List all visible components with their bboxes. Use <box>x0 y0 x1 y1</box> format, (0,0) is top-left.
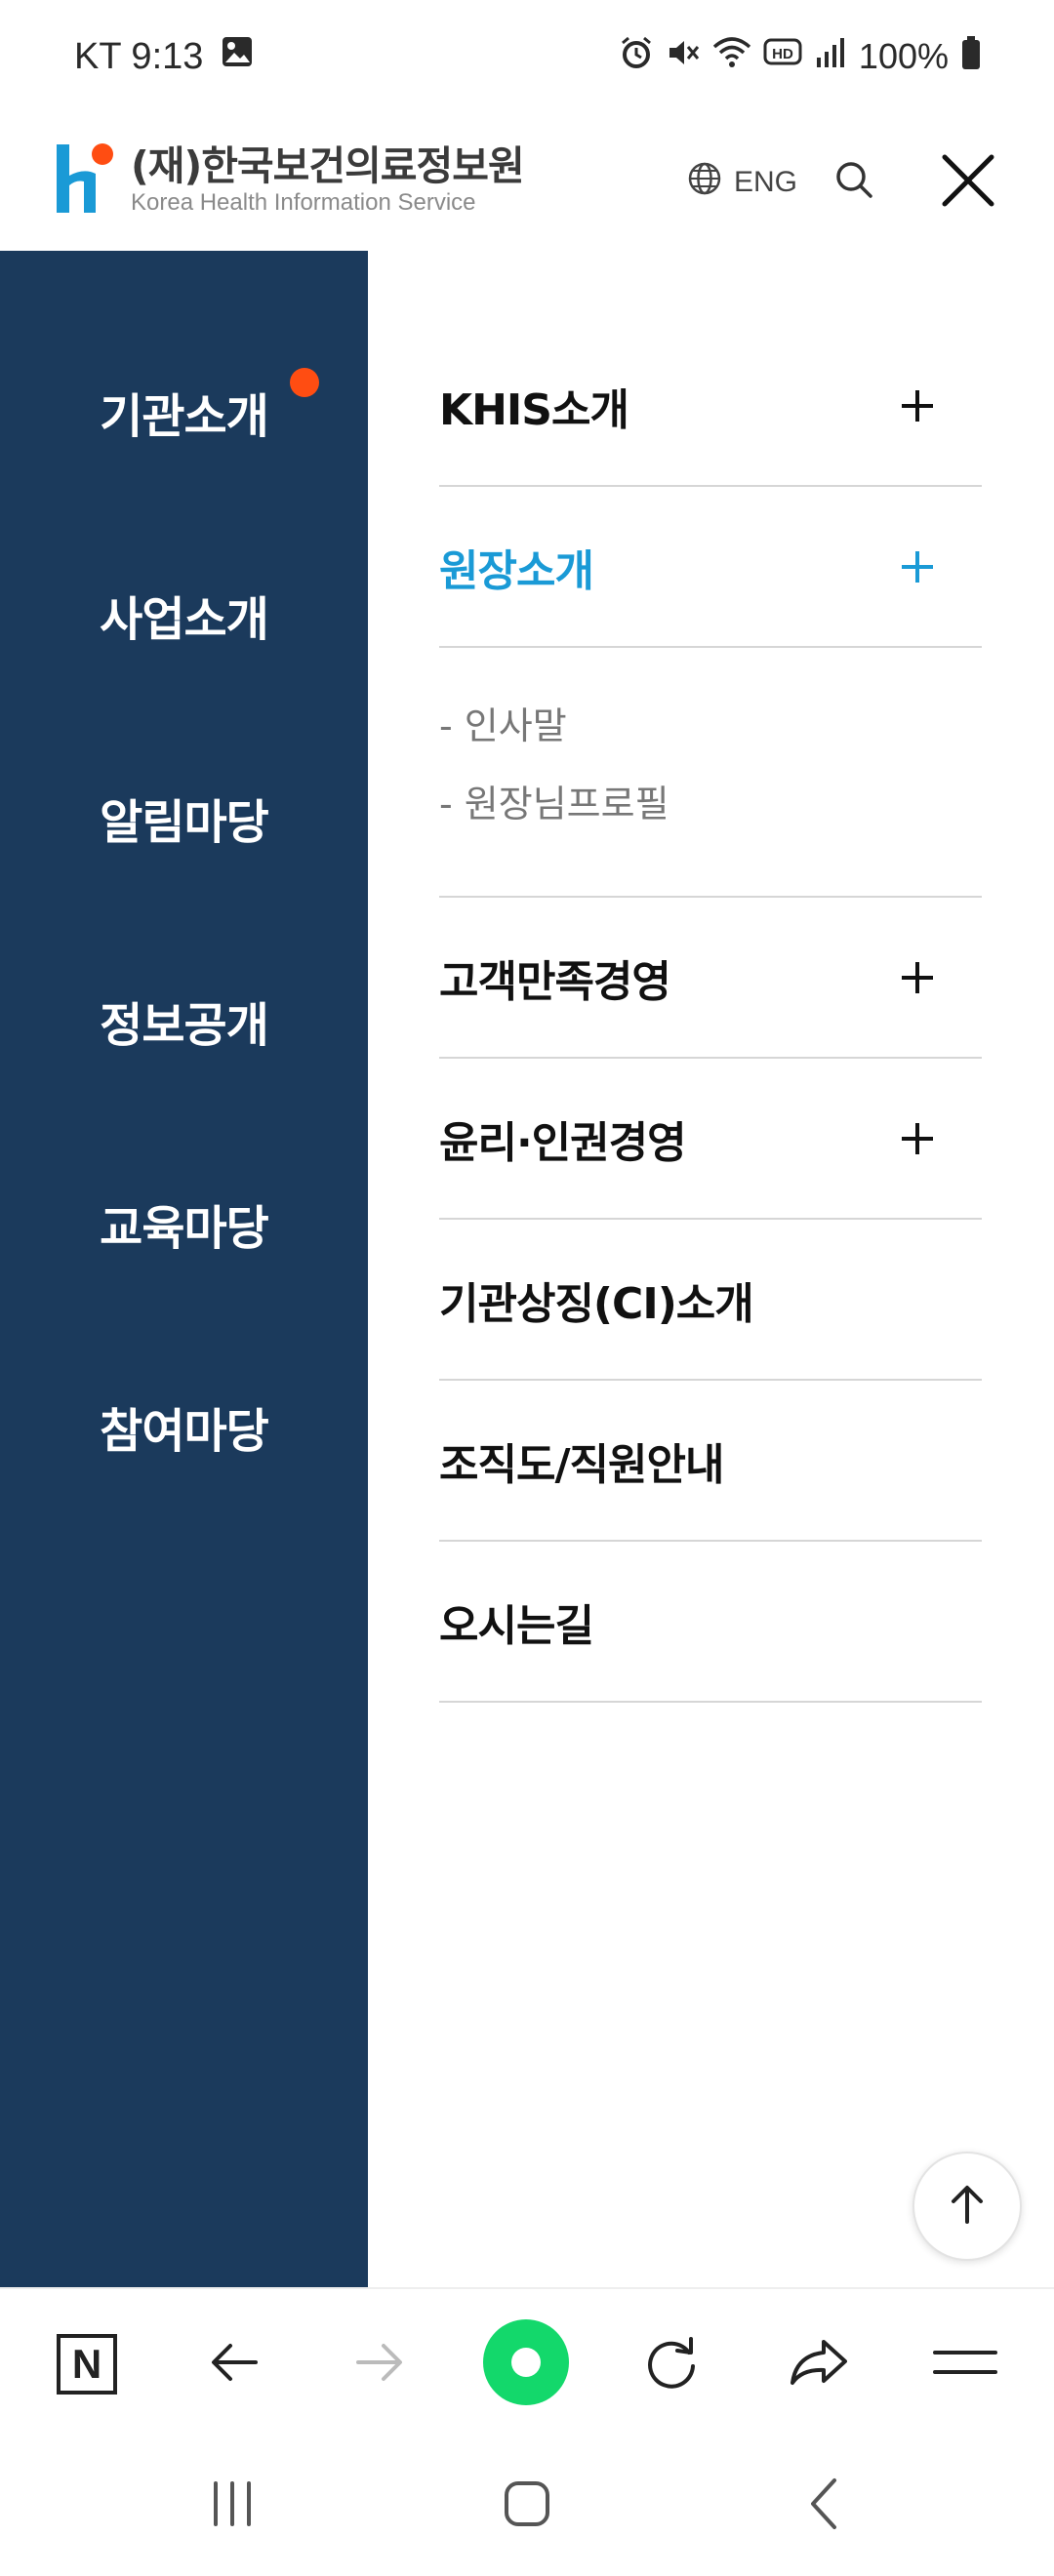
share-icon <box>787 2330 851 2398</box>
plus-icon <box>902 389 933 422</box>
sub-menu-item-organization[interactable]: 조직도/직원안내 <box>439 1381 982 1542</box>
alarm-icon <box>619 35 654 79</box>
sub-menu-label: 기관상징(CI)소개 <box>439 1278 754 1329</box>
chevron-left-icon <box>805 2476 844 2535</box>
side-nav-label: 사업소개 <box>100 592 269 647</box>
status-right: HD 100% <box>619 33 982 80</box>
side-nav-item-participation[interactable]: 참여마당 <box>0 1383 368 1470</box>
arrow-right-icon <box>350 2333 409 2395</box>
globe-icon <box>687 161 722 204</box>
logo-mark-icon <box>55 142 115 219</box>
plus-icon <box>902 1122 933 1154</box>
menu-button[interactable] <box>926 2325 1004 2403</box>
close-menu-button[interactable] <box>935 147 1001 214</box>
battery-label: 100% <box>858 36 949 76</box>
recent-apps-icon <box>208 2481 257 2530</box>
sub-menu-item-directions[interactable]: 오시는길 <box>439 1542 982 1703</box>
language-switch[interactable]: ENG <box>687 155 797 210</box>
wifi-icon <box>712 35 751 79</box>
recent-apps-button[interactable] <box>193 2476 271 2535</box>
logo[interactable]: (재)한국보건의료정보원 Korea Health Information Se… <box>55 137 525 224</box>
sub-menu-item-khis[interactable]: KHIS소개 <box>439 326 982 487</box>
active-dot-indicator <box>290 368 319 397</box>
sub-menu-label: 윤리·인권경영 <box>439 1117 687 1168</box>
sub-menu-children: - 인사말 - 원장님프로필 <box>439 648 982 898</box>
site-header: (재)한국보건의료정보원 Korea Health Information Se… <box>0 112 1054 251</box>
scroll-top-button[interactable] <box>912 2152 1022 2261</box>
logo-en: Korea Health Information Service <box>131 189 476 216</box>
system-back-button[interactable] <box>786 2476 864 2535</box>
back-button[interactable] <box>195 2325 273 2403</box>
signal-icon <box>814 36 847 78</box>
sub-menu-label: 오시는길 <box>439 1600 594 1651</box>
side-nav: 기관소개 사업소개 알림마당 정보공개 교육마당 참여마당 <box>0 251 368 2287</box>
side-nav-label: 기관소개 <box>100 389 269 444</box>
side-nav-item-notice[interactable]: 알림마당 <box>0 774 368 862</box>
naver-home-button[interactable]: N <box>48 2325 126 2403</box>
forward-button[interactable] <box>341 2325 419 2403</box>
hamburger-icon <box>933 2343 997 2386</box>
side-nav-label: 정보공개 <box>100 998 269 1053</box>
sub-menu-item-ethics[interactable]: 윤리·인권경영 <box>439 1059 982 1220</box>
side-nav-item-about[interactable]: 기관소개 <box>0 368 368 456</box>
side-nav-item-disclosure[interactable]: 정보공개 <box>0 977 368 1065</box>
refresh-button[interactable] <box>632 2325 710 2403</box>
sub-child-profile[interactable]: - 원장님프로필 <box>439 761 982 839</box>
svg-text:HD: HD <box>772 46 793 62</box>
sub-menu-item-customer-satisfaction[interactable]: 고객만족경영 <box>439 898 982 1059</box>
status-bar: KT 9:13 HD 100% <box>0 0 1054 112</box>
search-icon <box>828 162 882 212</box>
side-nav-label: 알림마당 <box>100 795 269 850</box>
sub-child-greeting[interactable]: - 인사말 <box>439 683 982 761</box>
naver-n-icon: N <box>57 2334 117 2395</box>
refresh-icon <box>640 2331 703 2397</box>
home-button[interactable] <box>488 2476 566 2535</box>
gallery-icon <box>221 35 254 78</box>
battery-icon <box>960 35 982 79</box>
sub-menu-item-president[interactable]: 원장소개 <box>439 487 982 648</box>
browser-toolbar: N <box>0 2287 1054 2437</box>
green-dot-icon <box>482 2318 570 2410</box>
side-nav-label: 교육마당 <box>100 1201 269 1256</box>
sub-menu-label: 조직도/직원안내 <box>439 1439 724 1490</box>
side-nav-item-education[interactable]: 교육마당 <box>0 1180 368 1268</box>
language-label: ENG <box>734 166 798 198</box>
green-dot-button[interactable] <box>482 2318 570 2410</box>
sub-menu-item-ci[interactable]: 기관상징(CI)소개 <box>439 1220 982 1381</box>
arrow-left-icon <box>205 2333 264 2395</box>
status-left: KT 9:13 <box>74 33 254 80</box>
sub-menu-label: 고객만족경영 <box>439 956 671 1007</box>
home-icon <box>503 2479 551 2532</box>
plus-icon <box>902 550 933 583</box>
side-nav-item-business[interactable]: 사업소개 <box>0 571 368 659</box>
carrier-time: KT 9:13 <box>74 35 204 77</box>
sub-menu: KHIS소개 원장소개 - 인사말 - 원장님프로필 고객만족경영 윤리·인권경… <box>439 326 982 1703</box>
share-button[interactable] <box>780 2325 858 2403</box>
search-button[interactable] <box>828 153 882 208</box>
plus-icon <box>902 961 933 993</box>
close-icon <box>935 154 1001 218</box>
mute-icon <box>666 35 701 79</box>
system-nav <box>0 2437 1054 2576</box>
arrow-up-icon <box>944 2181 991 2232</box>
logo-text: (재)한국보건의료정보원 Korea Health Information Se… <box>131 142 525 218</box>
side-nav-label: 참여마당 <box>100 1404 269 1459</box>
logo-kr: (재)한국보건의료정보원 <box>131 142 525 189</box>
sub-menu-label: 원장소개 <box>439 545 594 596</box>
hd-icon: HD <box>763 36 802 78</box>
sub-menu-label: KHIS소개 <box>439 384 629 435</box>
